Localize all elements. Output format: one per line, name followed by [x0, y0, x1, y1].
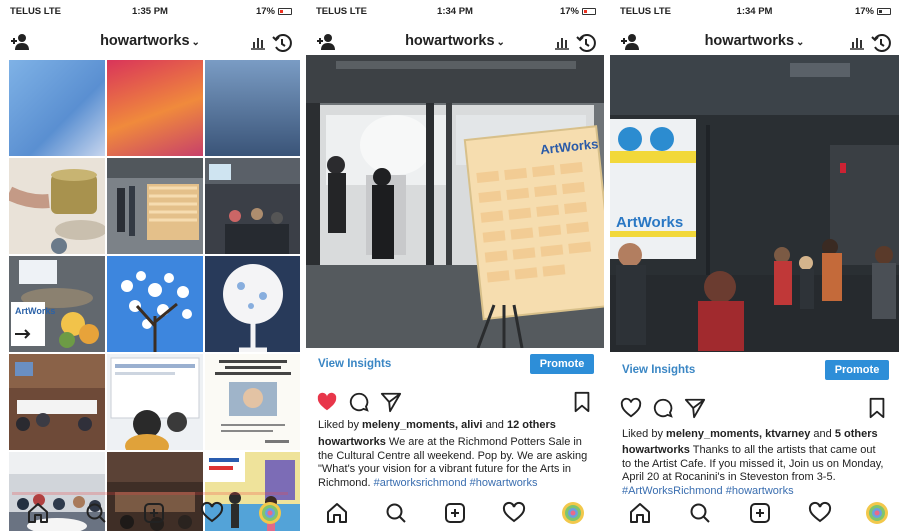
share-icon[interactable]: [684, 397, 706, 419]
likes-others: 5 others: [834, 428, 878, 440]
status-bar: TELUS LTE 1:34 PM 17%: [306, 6, 604, 20]
username-title: howartworks: [704, 33, 795, 49]
grid-post[interactable]: [205, 354, 300, 450]
home-icon[interactable]: [26, 501, 50, 525]
likes-joiner: and: [813, 428, 832, 440]
svg-text:ArtWorks: ArtWorks: [15, 306, 55, 316]
promote-button[interactable]: Promote: [825, 360, 889, 380]
activity-icon[interactable]: [808, 501, 832, 525]
profile-header: howartworks ⌄: [0, 30, 300, 56]
post-photo[interactable]: ArtWorks: [306, 55, 604, 348]
comment-icon[interactable]: [652, 397, 674, 419]
promote-button[interactable]: Promote: [530, 354, 594, 374]
grid-post[interactable]: [205, 158, 300, 254]
view-insights-link[interactable]: View Insights: [318, 358, 391, 370]
post-action-row: [314, 390, 596, 414]
likes-names: meleny_moments, alivi: [362, 419, 483, 431]
profile-icon[interactable]: [258, 501, 282, 525]
likes-summary[interactable]: Liked by meleny_moments, ktvarney and 5 …: [622, 428, 891, 440]
heart-icon[interactable]: [620, 397, 642, 419]
home-icon[interactable]: [628, 501, 652, 525]
grid-post[interactable]: [9, 354, 105, 450]
grid-post[interactable]: ArtWorks: [9, 256, 105, 352]
chevron-down-icon: ⌄: [191, 37, 200, 48]
insights-icon[interactable]: [849, 35, 865, 50]
status-bar: TELUS LTE 1:35 PM 17%: [0, 6, 300, 20]
profile-icon[interactable]: [865, 501, 889, 525]
post-header: howartworks ⌄: [306, 30, 604, 56]
status-right: 17%: [256, 6, 292, 17]
likes-summary[interactable]: Liked by meleny_moments, alivi and 12 ot…: [318, 419, 596, 431]
post-caption: howartworks We are at the Richmond Potte…: [318, 436, 592, 490]
battery-percent: 17%: [854, 6, 874, 17]
battery-icon: [278, 8, 292, 15]
post-caption: howartworks Thanks to all the artists th…: [622, 444, 887, 498]
username-title: howartworks: [405, 33, 495, 49]
archive-icon[interactable]: [576, 33, 596, 53]
insights-icon[interactable]: [250, 35, 266, 50]
archive-icon[interactable]: [871, 33, 891, 53]
likes-others: 12 others: [506, 419, 556, 431]
caption-hashtags[interactable]: #ArtWorksRichmond #howartworks: [622, 485, 794, 497]
archive-icon[interactable]: [272, 33, 292, 53]
screen-logo-text: ArtWorks: [616, 214, 683, 231]
activity-icon[interactable]: [200, 501, 224, 525]
post-photo[interactable]: ArtWorks: [610, 55, 899, 352]
search-icon[interactable]: [84, 501, 108, 525]
grid-post[interactable]: [9, 60, 105, 156]
home-icon[interactable]: [325, 501, 349, 525]
battery-percent: 17%: [255, 6, 275, 17]
likes-prefix: Liked by: [622, 428, 663, 440]
insights-strip: View Insights Promote: [306, 352, 604, 378]
status-bar: TELUS LTE 1:34 PM 17%: [610, 6, 899, 20]
profile-grid-screen: TELUS LTE 1:35 PM 17% howartworks ⌄ ArtW…: [0, 0, 300, 531]
battery-icon: [582, 8, 596, 15]
caption-hashtags[interactable]: #artworksrichmond #howartworks: [374, 477, 538, 489]
bottom-tab-bar: [0, 499, 300, 527]
status-right: 17%: [855, 6, 891, 17]
caption-username[interactable]: howartworks: [622, 444, 690, 456]
likes-names: meleny_moments, ktvarney: [666, 428, 811, 440]
battery-percent: 17%: [559, 6, 579, 17]
view-insights-link[interactable]: View Insights: [622, 364, 695, 376]
screenshot-collage: TELUS LTE 1:35 PM 17% howartworks ⌄ ArtW…: [0, 0, 899, 531]
chevron-down-icon: ⌄: [496, 37, 505, 48]
grid-post[interactable]: [107, 354, 203, 450]
battery-icon: [877, 8, 891, 15]
new-post-icon[interactable]: [443, 501, 467, 525]
username-title: howartworks: [100, 33, 190, 49]
bottom-tab-bar: [610, 499, 899, 527]
scroll-fade: [12, 492, 288, 495]
activity-icon[interactable]: [502, 501, 526, 525]
likes-joiner: and: [485, 419, 504, 431]
share-icon[interactable]: [380, 391, 402, 413]
grid-post[interactable]: [107, 60, 203, 156]
caption-username[interactable]: howartworks: [318, 436, 386, 448]
grid-post[interactable]: [205, 256, 300, 352]
chevron-down-icon: ⌄: [796, 37, 805, 48]
grid-post[interactable]: [107, 158, 203, 254]
post-screen-artist-cafe: TELUS LTE 1:34 PM 17% howartworks ⌄ ArtW…: [610, 0, 899, 531]
bottom-tab-bar: [306, 499, 604, 527]
profile-icon[interactable]: [561, 501, 585, 525]
search-icon[interactable]: [688, 501, 712, 525]
comment-icon[interactable]: [348, 391, 370, 413]
likes-prefix: Liked by: [318, 419, 359, 431]
post-screen-potters: TELUS LTE 1:34 PM 17% howartworks ⌄ ArtW…: [306, 0, 604, 531]
status-right: 17%: [560, 6, 596, 17]
post-grid: ArtWorks: [9, 60, 300, 531]
heart-icon[interactable]: [316, 391, 338, 413]
post-action-row: [618, 396, 891, 420]
search-icon[interactable]: [384, 501, 408, 525]
grid-post[interactable]: [107, 256, 203, 352]
bookmark-icon[interactable]: [867, 397, 887, 419]
bookmark-icon[interactable]: [572, 391, 592, 413]
new-post-icon[interactable]: [748, 501, 772, 525]
grid-post[interactable]: [9, 158, 105, 254]
grid-post[interactable]: [205, 60, 300, 156]
insights-icon[interactable]: [554, 35, 570, 50]
post-header: howartworks ⌄: [610, 30, 899, 56]
new-post-icon[interactable]: [142, 501, 166, 525]
insights-strip: View Insights Promote: [610, 358, 899, 384]
